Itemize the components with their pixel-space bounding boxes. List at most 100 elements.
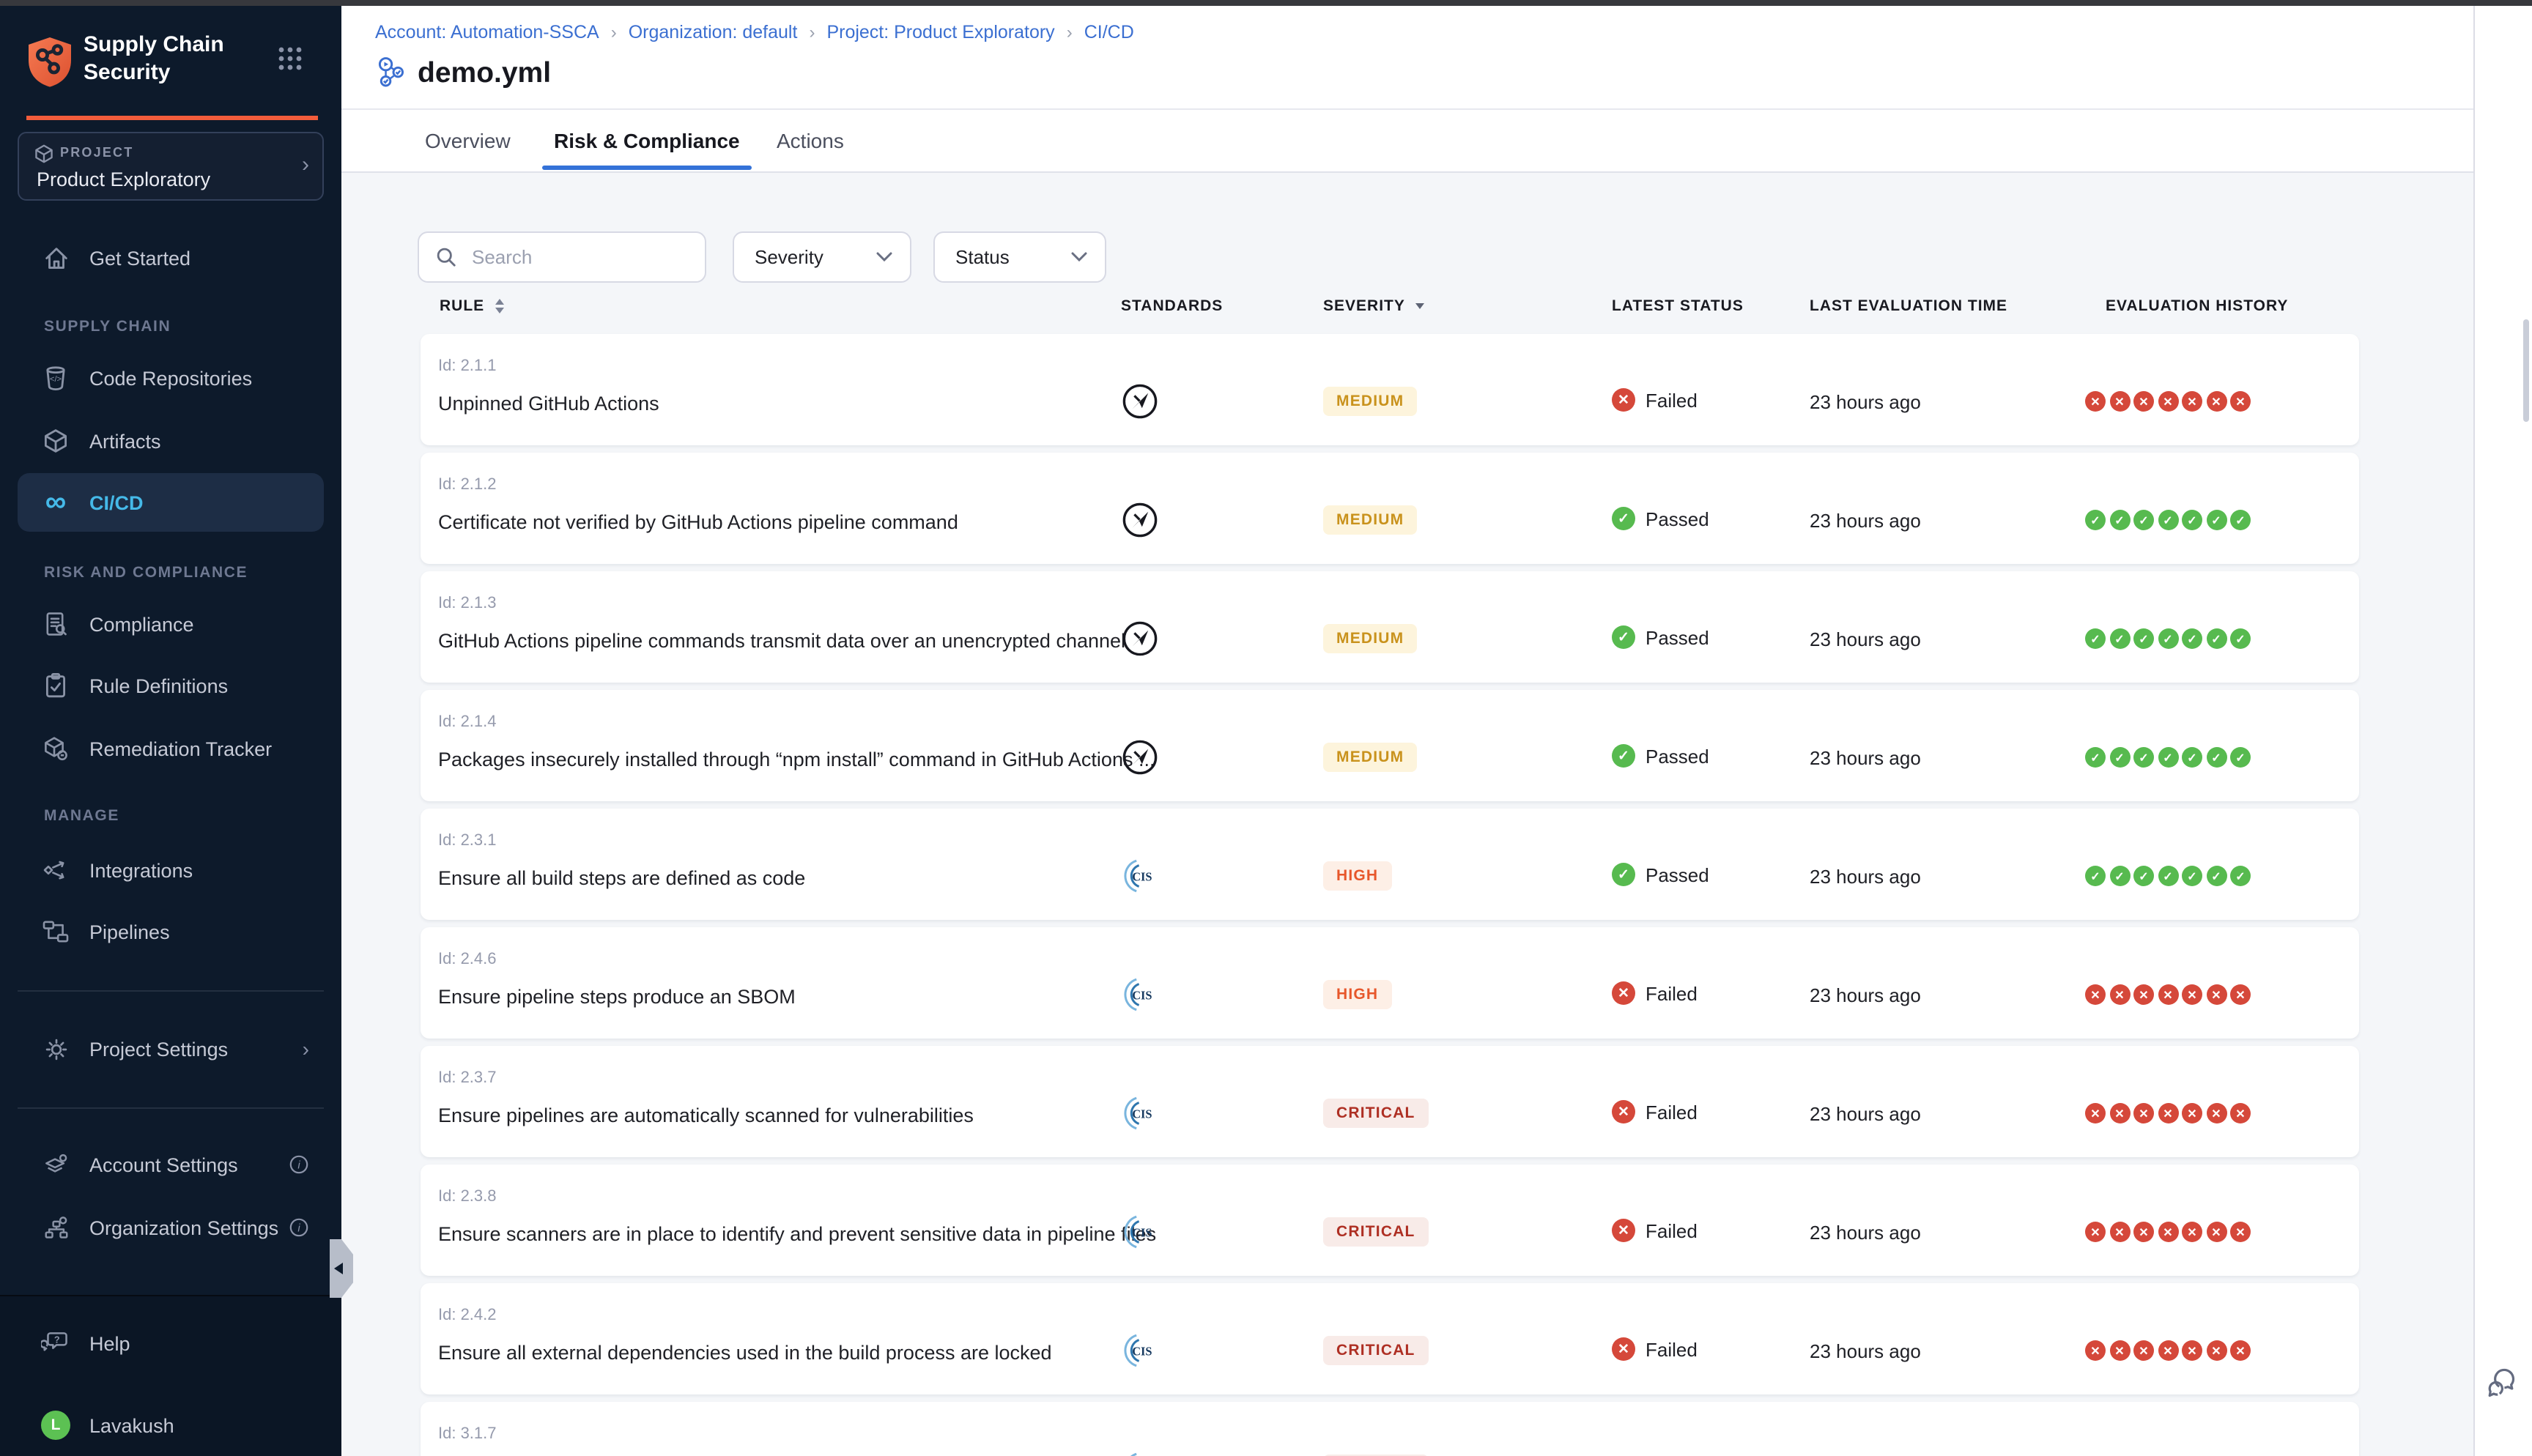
sidebar-item-project-settings[interactable]: Project Settings › (18, 1019, 324, 1078)
sidebar-item-user[interactable]: L Lavakush (18, 1396, 324, 1455)
history-failed-icon: ✕ (2133, 984, 2154, 1005)
column-header-last-evaluation-time[interactable]: LAST EVALUATION TIME (1810, 297, 2007, 315)
rule-name: Ensure scanners are in place to identify… (438, 1223, 1156, 1245)
latest-status: ✓ Passed (1612, 507, 1709, 530)
status-failed-icon: ✕ (1612, 388, 1635, 412)
sidebar-item-help[interactable]: ? Help (18, 1314, 324, 1373)
table-row[interactable]: Id: 3.1.7 CIS CRITICAL ✕ Failed 23 hours… (421, 1402, 2359, 1456)
column-header-standards[interactable]: STANDARDS (1121, 297, 1223, 315)
status-text: Failed (1646, 389, 1698, 411)
latest-status: ✓ Passed (1612, 625, 1709, 649)
history-passed-icon: ✓ (2182, 866, 2202, 886)
table-row[interactable]: Id: 2.1.3 GitHub Actions pipeline comman… (421, 571, 2359, 683)
evaluation-time: 23 hours ago (1810, 628, 1921, 650)
sidebar-item-label: Help (89, 1332, 130, 1354)
project-selector[interactable]: PROJECT Product Exploratory › (18, 132, 324, 201)
breadcrumb-project[interactable]: Project: Product Exploratory (826, 22, 1054, 42)
cis-standard-icon: CIS (1121, 857, 1159, 895)
history-failed-icon: ✕ (2230, 1222, 2251, 1242)
sidebar-item-rule-definitions[interactable]: Rule Definitions (18, 656, 324, 715)
sidebar-item-organization-settings[interactable]: Organization Settings i (18, 1198, 324, 1257)
brand-title: Supply Chain Security (84, 31, 224, 86)
search-icon (435, 246, 457, 268)
status-text: Failed (1646, 1338, 1698, 1360)
history-passed-icon: ✓ (2085, 747, 2106, 768)
history-failed-icon: ✕ (2133, 1103, 2154, 1123)
section-label-supply-chain: SUPPLY CHAIN (44, 318, 171, 335)
sidebar-item-remediation-tracker[interactable]: Remediation Tracker (18, 719, 324, 778)
sidebar-item-compliance[interactable]: Compliance (18, 595, 324, 653)
sidebar-item-pipelines[interactable]: Pipelines (18, 902, 324, 961)
sidebar-item-account-settings[interactable]: Account Settings i (18, 1135, 324, 1194)
history-passed-icon: ✓ (2206, 628, 2226, 649)
tab-overview[interactable]: Overview (425, 129, 511, 152)
evaluation-time: 23 hours ago (1810, 510, 1921, 532)
integrations-icon (41, 855, 70, 885)
svg-text:?: ? (54, 1334, 60, 1345)
svg-text:i: i (297, 1222, 300, 1235)
history-failed-icon: ✕ (2158, 1340, 2178, 1361)
sidebar-item-cicd[interactable]: ∞ CI/CD (18, 473, 324, 532)
user-name: Lavakush (89, 1414, 174, 1436)
table-row[interactable]: Id: 2.1.1 Unpinned GitHub Actions MEDIUM… (421, 334, 2359, 445)
severity-filter-dropdown[interactable]: Severity (733, 231, 911, 283)
table-row[interactable]: Id: 2.3.7 Ensure pipelines are automatic… (421, 1046, 2359, 1157)
history-failed-icon: ✕ (2109, 391, 2130, 412)
history-passed-icon: ✓ (2182, 510, 2202, 530)
table-row[interactable]: Id: 2.3.1 Ensure all build steps are def… (421, 809, 2359, 920)
history-passed-icon: ✓ (2109, 628, 2130, 649)
svg-text:</>: </> (50, 375, 62, 384)
module-grid-icon[interactable] (277, 45, 303, 72)
column-header-rule[interactable]: RULE (440, 297, 503, 315)
svg-text:CIS: CIS (1132, 1225, 1152, 1239)
history-passed-icon: ✓ (2206, 866, 2226, 886)
tab-actions[interactable]: Actions (777, 129, 844, 152)
status-text: Failed (1646, 982, 1698, 1004)
evaluation-time: 23 hours ago (1810, 1340, 1921, 1362)
status-filter-label: Status (955, 246, 1010, 268)
rule-id: Id: 2.1.4 (438, 713, 497, 731)
history-passed-icon: ✓ (2085, 510, 2106, 530)
column-header-latest-status[interactable]: LATEST STATUS (1612, 297, 1744, 315)
severity-badge: HIGH (1323, 861, 1391, 891)
latest-status: ✕ Failed (1612, 388, 1698, 412)
search-box (418, 231, 706, 283)
sidebar-item-integrations[interactable]: Integrations (18, 841, 324, 899)
right-rail (2473, 6, 2532, 1456)
rule-name: Ensure pipeline steps produce an SBOM (438, 986, 796, 1008)
chat-support-icon[interactable] (2484, 1365, 2522, 1403)
history-failed-icon: ✕ (2109, 1103, 2130, 1123)
breadcrumb-cicd[interactable]: CI/CD (1084, 22, 1134, 42)
avatar: L (41, 1411, 70, 1440)
tabs-divider (341, 171, 2473, 173)
brand-accent-rule (26, 116, 318, 120)
chevron-right-icon: › (303, 1037, 309, 1061)
sidebar-item-artifacts[interactable]: Artifacts (18, 412, 324, 470)
table-row[interactable]: Id: 2.4.2 Ensure all external dependenci… (421, 1283, 2359, 1394)
severity-badge: CRITICAL (1323, 1217, 1429, 1247)
table-row[interactable]: Id: 2.1.2 Certificate not verified by Gi… (421, 453, 2359, 564)
history-failed-icon: ✕ (2109, 984, 2130, 1005)
history-failed-icon: ✕ (2158, 391, 2178, 412)
table-row[interactable]: Id: 2.1.4 Packages insecurely installed … (421, 690, 2359, 801)
history-failed-icon: ✕ (2182, 1340, 2202, 1361)
history-failed-icon: ✕ (2085, 391, 2106, 412)
rule-id: Id: 2.4.2 (438, 1307, 497, 1324)
column-header-severity[interactable]: SEVERITY (1323, 297, 1424, 315)
breadcrumb-organization[interactable]: Organization: default (629, 22, 798, 42)
sidebar-item-get-started[interactable]: Get Started (18, 229, 324, 287)
sidebar-item-code-repositories[interactable]: </> Code Repositories (18, 349, 324, 407)
table-row[interactable]: Id: 2.4.6 Ensure pipeline steps produce … (421, 927, 2359, 1039)
evaluation-time: 23 hours ago (1810, 747, 1921, 769)
breadcrumb-account[interactable]: Account: Automation-SSCA (375, 22, 599, 42)
section-label-risk-compliance: RISK AND COMPLIANCE (44, 564, 248, 582)
search-input[interactable] (469, 245, 680, 270)
tab-risk-compliance[interactable]: Risk & Compliance (554, 129, 740, 152)
table-row[interactable]: Id: 2.3.8 Ensure scanners are in place t… (421, 1165, 2359, 1276)
history-failed-icon: ✕ (2085, 984, 2106, 1005)
severity-badge: CRITICAL (1323, 1099, 1429, 1128)
status-filter-dropdown[interactable]: Status (933, 231, 1106, 283)
column-header-evaluation-history[interactable]: EVALUATION HISTORY (2106, 297, 2288, 315)
drone-standard-icon (1121, 501, 1159, 539)
scrollbar-thumb[interactable] (2523, 319, 2529, 422)
